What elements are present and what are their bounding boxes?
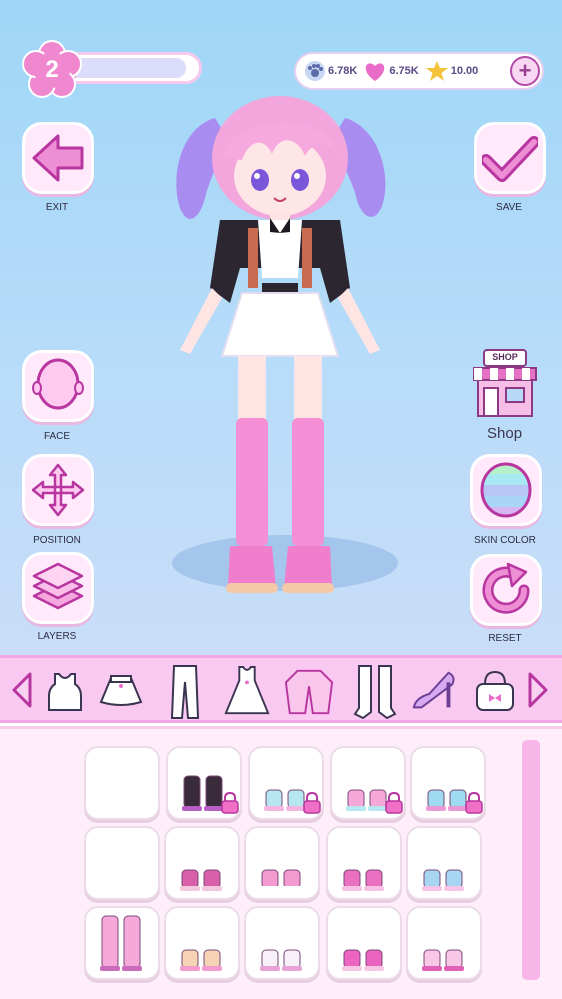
paw-coin-counter: 6.78K — [304, 60, 357, 82]
currency-bar: 6.78K 6.75K 10.00 + — [294, 52, 544, 90]
shoe-icon — [260, 869, 302, 891]
item-tile[interactable] — [84, 746, 160, 820]
lock-icon — [465, 792, 483, 814]
exit-label: EXIT — [45, 202, 69, 213]
move-arrows-icon — [31, 463, 85, 517]
category-skirt[interactable] — [96, 664, 146, 720]
tank-top-icon — [48, 673, 82, 711]
item-tile[interactable] — [410, 746, 486, 820]
shoe-icon — [260, 949, 302, 971]
item-tile[interactable] — [406, 826, 482, 900]
lock-icon — [385, 792, 403, 814]
item-tile[interactable] — [406, 906, 482, 980]
handbag-icon — [476, 670, 514, 711]
shoe-icon — [342, 949, 384, 971]
category-tank-top[interactable] — [40, 664, 90, 720]
lock-icon — [303, 792, 321, 814]
face-button[interactable] — [22, 350, 94, 422]
position-button[interactable] — [22, 454, 94, 526]
refresh-icon — [482, 562, 530, 614]
reset-label: RESET — [488, 633, 522, 644]
shoe-icon — [180, 949, 222, 971]
character-avatar[interactable] — [160, 88, 400, 608]
layers-label: LAYERS — [37, 631, 77, 642]
face-icon — [32, 358, 84, 410]
category-jacket[interactable] — [284, 664, 334, 720]
dress-up-stage: 2 6.78K 6.75K 10.00 + EXIT SAVE FACE POS… — [0, 0, 562, 655]
heart-value: 6.75K — [389, 65, 419, 77]
save-button[interactable] — [474, 122, 546, 194]
arrow-left-icon — [32, 134, 84, 182]
paw-icon — [305, 61, 325, 81]
jacket-icon — [284, 669, 334, 715]
item-tile[interactable] — [330, 746, 406, 820]
pants-icon — [170, 665, 200, 719]
shoe-icon — [342, 869, 384, 891]
item-tile[interactable] — [166, 746, 242, 820]
skin-color-label: SKIN COLOR — [474, 535, 536, 546]
checkmark-icon — [482, 136, 538, 182]
item-tile[interactable] — [84, 906, 160, 980]
heart-counter: 6.75K — [363, 60, 419, 82]
item-tile[interactable] — [248, 746, 324, 820]
shoe-icon — [180, 869, 222, 891]
item-tile[interactable] — [244, 906, 320, 980]
skin-color-button[interactable] — [470, 454, 542, 526]
item-tile[interactable] — [164, 906, 240, 980]
category-pants[interactable] — [160, 664, 210, 720]
level-number: 2 — [45, 56, 59, 83]
face-label: FACE — [43, 431, 71, 442]
category-heels[interactable] — [410, 664, 460, 720]
layers-button[interactable] — [22, 552, 94, 624]
plus-icon: + — [518, 58, 532, 83]
item-tile[interactable] — [326, 906, 402, 980]
category-handbag[interactable] — [470, 664, 520, 720]
chevron-left-icon[interactable] — [8, 670, 38, 710]
star-value: 10.00 — [450, 65, 479, 77]
shop-sign-text: SHOP — [492, 352, 518, 362]
exit-button[interactable] — [22, 122, 94, 194]
layers-icon — [32, 562, 84, 610]
item-tile[interactable] — [84, 826, 160, 900]
heels-icon — [412, 671, 455, 709]
rainbow-head-icon — [480, 462, 532, 518]
heart-icon — [366, 63, 385, 81]
star-icon — [425, 61, 448, 81]
reset-button[interactable] — [470, 554, 542, 626]
position-label: POSITION — [33, 535, 81, 546]
dress-icon — [224, 666, 270, 715]
category-dress[interactable] — [222, 664, 272, 720]
shop-label: Shop — [487, 425, 523, 442]
add-currency-button[interactable]: + — [510, 56, 540, 86]
paw-coin-value: 6.78K — [328, 65, 358, 77]
save-label: SAVE — [496, 202, 522, 213]
category-bar — [0, 655, 562, 723]
shop-button[interactable]: SHOP — [470, 348, 540, 420]
skirt-icon — [99, 675, 143, 706]
stockings-icon — [353, 665, 397, 720]
item-tile[interactable] — [326, 826, 402, 900]
items-scrollbar[interactable] — [522, 740, 540, 980]
item-tile[interactable] — [164, 826, 240, 900]
shoe-icon — [100, 915, 142, 971]
shoe-icon — [422, 869, 464, 891]
star-counter: 10.00 — [425, 60, 479, 82]
chevron-right-icon[interactable] — [522, 670, 552, 710]
category-stockings[interactable] — [350, 664, 400, 720]
shoe-icon — [422, 949, 464, 971]
item-tile[interactable] — [244, 826, 320, 900]
lock-icon — [221, 792, 239, 814]
